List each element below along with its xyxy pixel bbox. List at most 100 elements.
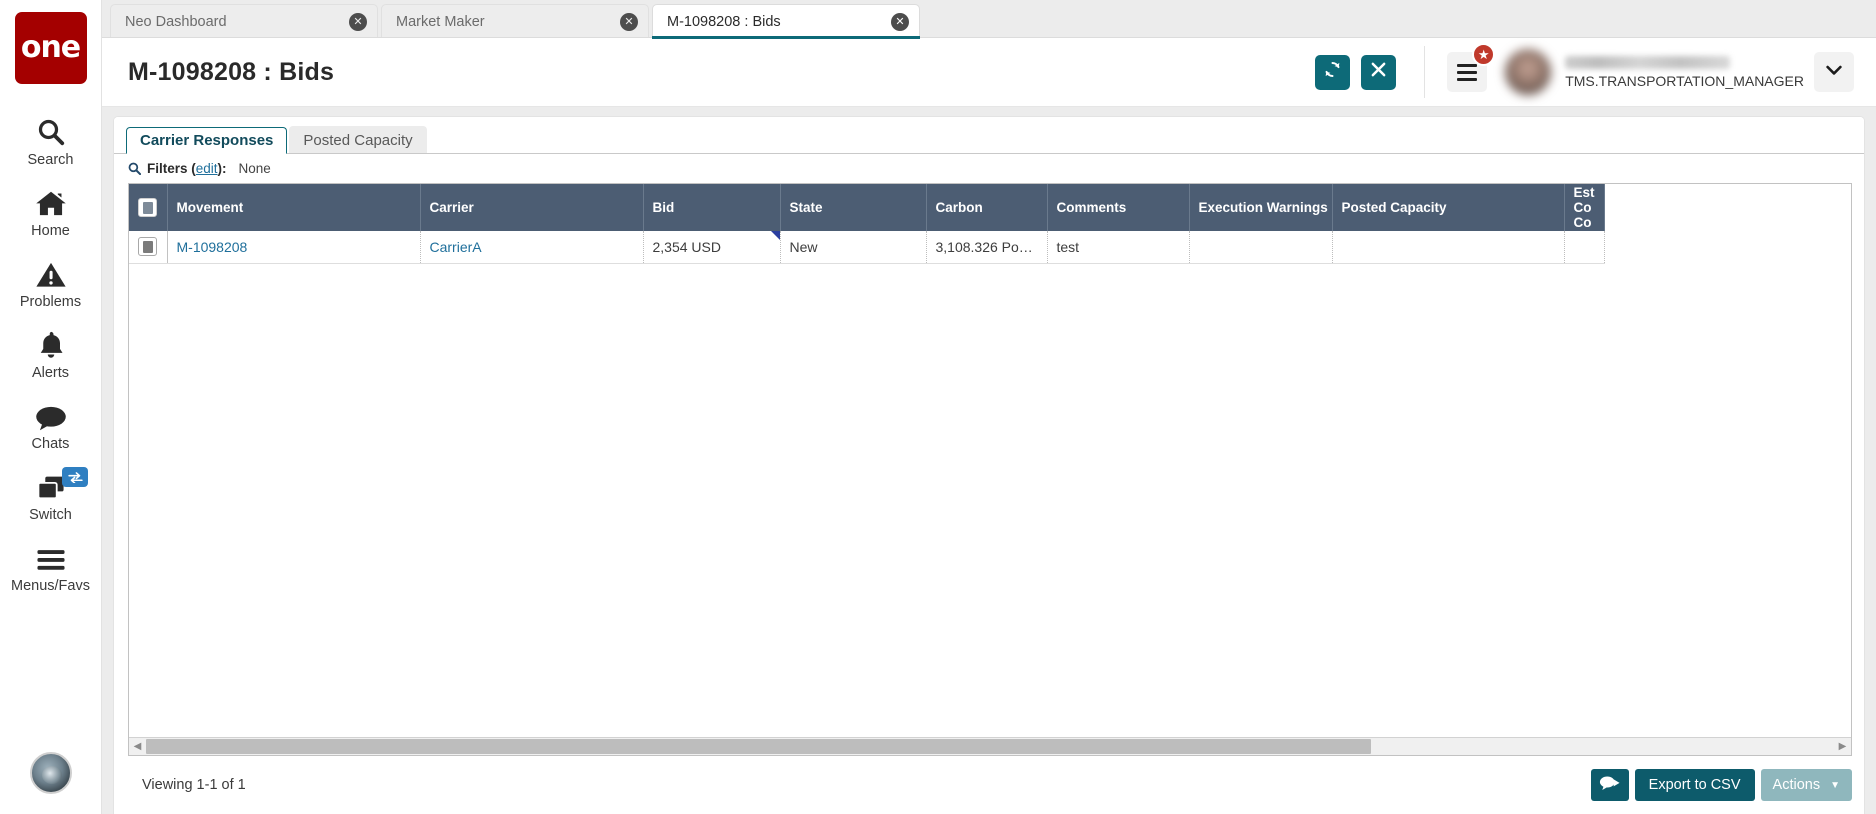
select-all-header[interactable] — [129, 184, 168, 231]
user-name-redacted — [1565, 55, 1731, 69]
checkbox-icon[interactable] — [138, 198, 158, 217]
chat-bubble-icon — [35, 399, 67, 431]
header-menu-wrap: ★ — [1447, 43, 1496, 92]
cell-comments: test — [1047, 231, 1190, 264]
column-label: Carrier — [429, 200, 474, 215]
bids-table: Movement Carrier Bid State Carbon Commen… — [129, 184, 1605, 264]
column-label: Posted Capacity — [1341, 200, 1447, 215]
chevron-right-icon[interactable]: ▶ — [1834, 738, 1851, 755]
column-header-carrier[interactable]: Carrier — [420, 184, 644, 231]
column-label-line3: Co — [1573, 215, 1592, 230]
left-navigation-rail: one Search Home Problems Alerts Chats Sw… — [0, 0, 102, 814]
column-header-posted-capacity[interactable]: Posted Capacity — [1332, 184, 1565, 231]
browser-tab-market-maker[interactable]: Market Maker ✕ — [381, 4, 649, 38]
movement-link[interactable]: M-1098208 — [177, 239, 248, 255]
cell-carbon: 3,108.326 Pound — [926, 231, 1048, 264]
filters-label: Filters ( — [147, 161, 196, 176]
refresh-button[interactable] — [1315, 54, 1351, 90]
state-value: New — [789, 238, 818, 255]
scrollbar-track[interactable] — [146, 738, 1834, 755]
filters-value: None — [238, 161, 271, 176]
sidebar-item-search[interactable]: Search — [0, 106, 101, 177]
page-header: M-1098208 : Bids ★ TMS.TRANSPORTATION_MA… — [102, 38, 1876, 107]
sidebar-item-chats[interactable]: Chats — [0, 390, 101, 461]
close-circle-icon[interactable]: ✕ — [891, 12, 909, 31]
column-header-comments[interactable]: Comments — [1047, 184, 1190, 231]
column-header-bid[interactable]: Bid — [643, 184, 781, 231]
column-label-line1: Est — [1573, 185, 1595, 200]
sidebar-item-problems[interactable]: Problems — [0, 248, 101, 319]
chevron-left-icon[interactable]: ◀ — [129, 738, 146, 755]
cell-movement[interactable]: M-1098208 — [167, 231, 421, 264]
brand-logo[interactable]: one — [14, 12, 87, 84]
tab-carrier-responses[interactable]: Carrier Responses — [126, 127, 288, 154]
user-menu-button[interactable] — [1814, 52, 1854, 92]
sidebar-label-problems: Problems — [19, 294, 82, 310]
column-label: Bid — [652, 200, 675, 215]
filters-edit-link[interactable]: edit — [196, 161, 218, 176]
search-icon — [36, 115, 66, 147]
sidebar-label-menus-favs: Menus/Favs — [11, 578, 90, 594]
close-circle-icon[interactable]: ✕ — [620, 12, 638, 31]
browser-tab-neo-dashboard[interactable]: Neo Dashboard ✕ — [110, 4, 378, 38]
avatar[interactable] — [1505, 49, 1552, 95]
export-csv-button[interactable]: Export to CSV — [1634, 769, 1755, 801]
app-root: one Search Home Problems Alerts Chats Sw… — [0, 0, 1876, 814]
sidebar-label-home: Home — [31, 223, 70, 239]
column-label: Comments — [1056, 200, 1127, 215]
main-region: Neo Dashboard ✕ Market Maker ✕ M-1098208… — [102, 0, 1876, 814]
scrollbar-thumb[interactable] — [146, 739, 1371, 754]
checkbox-icon[interactable] — [138, 237, 158, 257]
search-icon — [128, 162, 141, 175]
cell-bid[interactable]: 2,354 USD — [643, 231, 781, 264]
sidebar-item-home[interactable]: Home — [0, 177, 101, 248]
table-row[interactable]: M-1098208 CarrierA 2,354 USD New 3,108.3… — [129, 231, 1605, 264]
data-grid: Movement Carrier Bid State Carbon Commen… — [128, 183, 1852, 756]
close-circle-icon[interactable]: ✕ — [349, 12, 367, 31]
sidebar-item-menus-favs[interactable]: Menus/Favs — [0, 532, 101, 603]
sidebar-item-switch[interactable]: Switch — [0, 461, 101, 532]
carbon-value: 3,108.326 Pound — [935, 238, 1043, 255]
sidebar-item-alerts[interactable]: Alerts — [0, 319, 101, 390]
browser-tab-bids[interactable]: M-1098208 : Bids ✕ — [652, 4, 920, 39]
carrier-link[interactable]: CarrierA — [430, 239, 482, 255]
sidebar-label-alerts: Alerts — [31, 365, 70, 381]
comments-value: test — [1056, 238, 1080, 255]
user-role: TMS.TRANSPORTATION_MANAGER — [1565, 72, 1804, 89]
column-header-carbon[interactable]: Carbon — [926, 184, 1048, 231]
column-label: State — [789, 200, 823, 215]
cell-state: New — [780, 231, 927, 264]
hamburger-icon — [35, 541, 67, 573]
star-badge-icon[interactable]: ★ — [1472, 43, 1496, 66]
close-page-button[interactable] — [1361, 54, 1397, 90]
column-header-state[interactable]: State — [780, 184, 927, 231]
column-label-line2: Co — [1573, 200, 1592, 215]
column-label: Carbon — [935, 200, 983, 215]
home-icon — [35, 186, 67, 218]
rail-avatar[interactable] — [29, 752, 72, 794]
chat-button[interactable] — [1590, 769, 1629, 801]
filters-label-end: ): — [217, 161, 227, 176]
caret-down-icon: ▼ — [1830, 779, 1840, 791]
browser-tab-title: Neo Dashboard — [125, 13, 227, 30]
column-header-estimated-cost[interactable]: Est Co Co — [1564, 184, 1605, 231]
pagination-status: Viewing 1-1 of 1 — [142, 777, 246, 793]
actions-button[interactable]: Actions ▼ — [1760, 769, 1852, 801]
table-header-row: Movement Carrier Bid State Carbon Commen… — [129, 184, 1605, 231]
column-header-execution-warnings[interactable]: Execution Warnings — [1189, 184, 1333, 231]
tab-posted-capacity[interactable]: Posted Capacity — [289, 126, 427, 153]
browser-tab-title: M-1098208 : Bids — [667, 13, 781, 30]
horizontal-scrollbar[interactable]: ◀ ▶ — [129, 737, 1851, 755]
column-header-movement[interactable]: Movement — [167, 184, 421, 231]
sidebar-label-chats: Chats — [31, 436, 70, 452]
cell-carrier[interactable]: CarrierA — [420, 231, 644, 264]
page-title: M-1098208 : Bids — [128, 57, 335, 86]
grid-scroll-viewport: Movement Carrier Bid State Carbon Commen… — [129, 184, 1851, 737]
close-x-icon — [1370, 61, 1387, 83]
row-select-cell[interactable] — [129, 231, 168, 264]
browser-tab-title: Market Maker — [396, 13, 485, 30]
swap-arrows-icon[interactable] — [62, 467, 88, 487]
chat-forward-icon — [1599, 775, 1621, 795]
content-card: Carrier Responses Posted Capacity Filter… — [114, 117, 1864, 814]
warning-triangle-icon — [35, 257, 67, 289]
